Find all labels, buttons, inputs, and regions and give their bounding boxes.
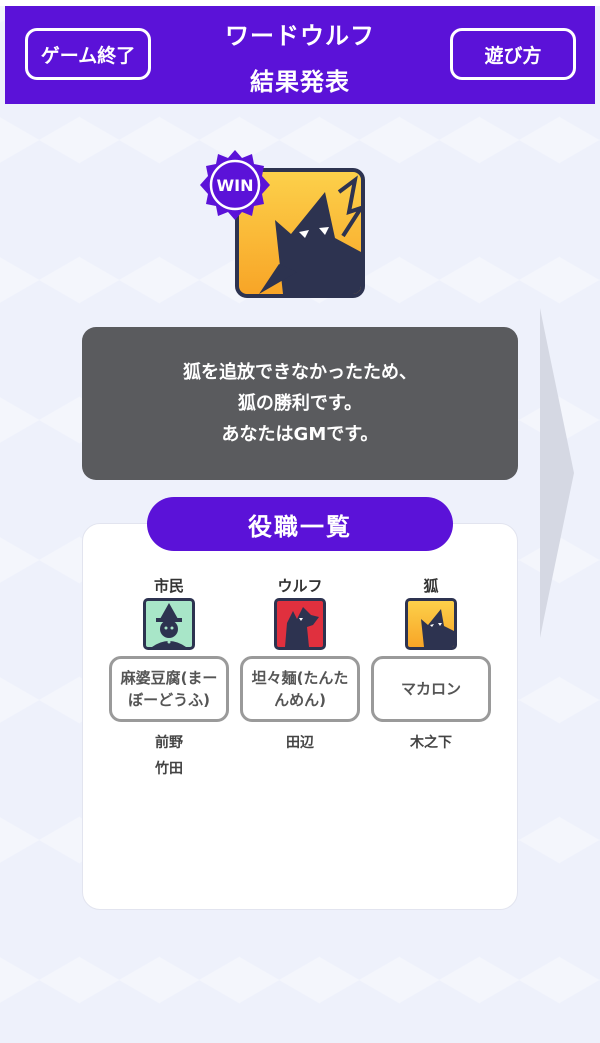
player-name: 木之下 bbox=[410, 735, 452, 751]
player-name: 竹田 bbox=[155, 761, 183, 777]
how-to-play-button[interactable]: 遊び方 bbox=[450, 28, 576, 80]
role-name: 市民 bbox=[153, 577, 184, 595]
role-name: ウルフ bbox=[277, 577, 323, 595]
result-message: 狐を追放できなかったため、 狐の勝利です。 あなたはGMです。 bbox=[82, 327, 518, 480]
role-column-villager: 市民 麻婆豆腐(まーぼーどうふ) 前野 竹田 bbox=[109, 575, 229, 782]
next-arrow-icon[interactable] bbox=[536, 308, 576, 638]
word-card: 麻婆豆腐(まーぼーどうふ) bbox=[109, 656, 229, 722]
fox-icon bbox=[405, 598, 457, 650]
word-card: マカロン bbox=[371, 656, 491, 722]
role-column-fox: 狐 マカロン 木之下 bbox=[371, 575, 491, 756]
player-list: 田辺 bbox=[240, 730, 360, 756]
player-list: 前野 竹田 bbox=[109, 730, 229, 782]
result-line: 狐の勝利です。 bbox=[237, 393, 363, 414]
role-column-wolf: ウルフ 坦々麺(たんたんめん) 田辺 bbox=[240, 575, 360, 756]
winner-icon-area: WIN bbox=[200, 150, 370, 305]
win-badge: WIN bbox=[200, 150, 270, 220]
roles-title: 役職一覧 bbox=[147, 497, 453, 551]
result-line: 狐を追放できなかったため、 bbox=[183, 362, 417, 383]
player-list: 木之下 bbox=[371, 730, 491, 756]
villager-icon bbox=[143, 598, 195, 650]
result-line: あなたはGMです。 bbox=[221, 424, 379, 445]
player-name: 田辺 bbox=[286, 735, 314, 751]
player-name: 前野 bbox=[155, 735, 183, 751]
wolf-icon bbox=[274, 598, 326, 650]
role-name: 狐 bbox=[423, 577, 439, 595]
header-bar: ワードウルフ 結果発表 ゲーム終了 遊び方 bbox=[5, 6, 595, 104]
win-badge-text: WIN bbox=[217, 176, 254, 195]
end-game-button[interactable]: ゲーム終了 bbox=[25, 28, 151, 80]
word-card: 坦々麺(たんたんめん) bbox=[240, 656, 360, 722]
